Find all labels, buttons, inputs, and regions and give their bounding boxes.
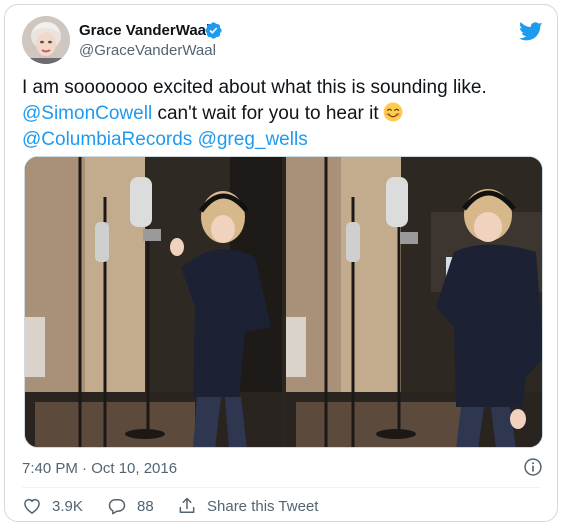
mention-simoncowell-link[interactable]: @SimonCowell bbox=[22, 103, 152, 124]
tweet-timestamp[interactable]: 7:40 PM · Oct 10, 2016 bbox=[22, 460, 177, 477]
smiling-face-emoji-icon bbox=[383, 102, 403, 122]
twitter-bird-icon[interactable] bbox=[519, 22, 543, 42]
verified-badge-icon bbox=[205, 22, 222, 39]
like-count: 3.9K bbox=[52, 497, 83, 515]
share-label: Share this Tweet bbox=[207, 497, 319, 515]
tweet-text: I am sooooooo excited about what this is… bbox=[22, 75, 547, 153]
reply-count: 88 bbox=[137, 497, 154, 515]
mention-columbiarecords-link[interactable]: @ColumbiaRecords bbox=[22, 129, 192, 150]
heart-icon bbox=[24, 498, 40, 514]
media-grid bbox=[24, 156, 543, 448]
avatar-image bbox=[22, 16, 70, 64]
avatar[interactable] bbox=[22, 16, 70, 64]
share-button[interactable]: Share this Tweet bbox=[177, 495, 318, 517]
tweet-text-line2: can't wait for you to hear it bbox=[152, 103, 379, 124]
studio-photo-1-image bbox=[25, 157, 282, 447]
photo-2[interactable] bbox=[286, 157, 542, 447]
divider bbox=[22, 487, 540, 488]
reply-bubble-icon bbox=[108, 499, 126, 515]
info-icon[interactable] bbox=[523, 457, 543, 477]
reply-button[interactable]: 88 bbox=[107, 495, 154, 517]
tweet-text-line1: I am sooooooo excited about what this is… bbox=[22, 77, 487, 98]
like-button[interactable]: 3.9K bbox=[22, 495, 83, 517]
share-upload-icon bbox=[179, 497, 195, 513]
tweet-card: Grace VanderWaal @GraceVanderWaal I am s… bbox=[4, 4, 558, 522]
mention-greg-wells-link[interactable]: @greg_wells bbox=[198, 129, 308, 150]
studio-photo-2-image bbox=[286, 157, 542, 447]
author-handle[interactable]: @GraceVanderWaal bbox=[79, 42, 216, 59]
photo-1[interactable] bbox=[25, 157, 282, 447]
author-display-name[interactable]: Grace VanderWaal bbox=[79, 22, 210, 39]
